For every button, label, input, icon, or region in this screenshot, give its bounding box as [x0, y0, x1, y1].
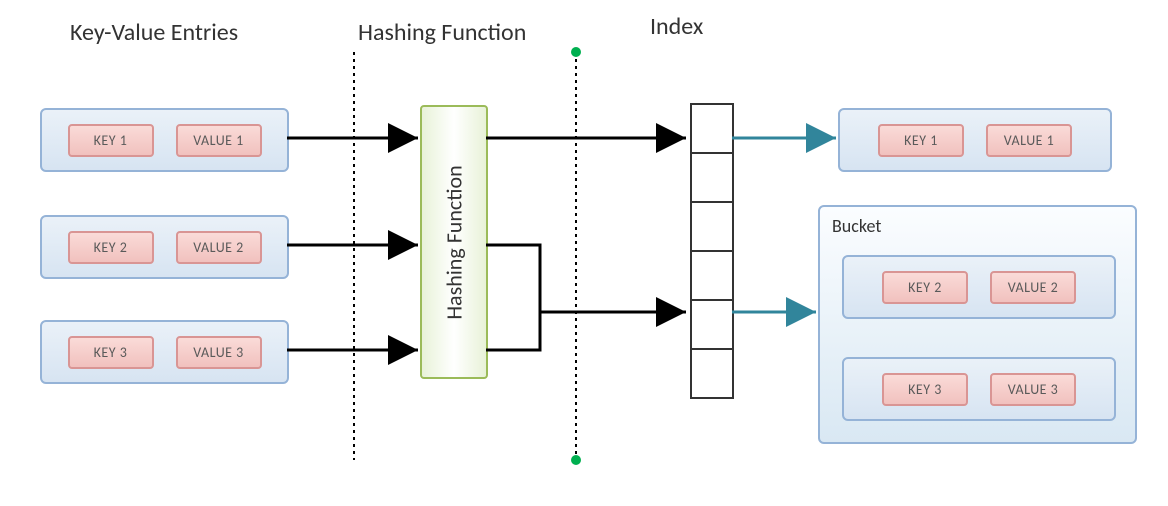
bucket: Bucket KEY 2 VALUE 2 KEY 3 VALUE 3: [818, 205, 1137, 444]
index-slot: [690, 201, 734, 252]
bucket-entry-1-key: KEY 2: [882, 271, 968, 304]
diagram-stage: Key-Value Entries Hashing Function Index…: [0, 0, 1168, 506]
bucket-label: Bucket: [832, 215, 881, 237]
entry-1-key: KEY 1: [68, 124, 154, 157]
arrow-hash3-merge: [486, 312, 540, 350]
output-entry-1-value: VALUE 1: [986, 124, 1072, 157]
index-array: [690, 103, 730, 399]
index-slot: [690, 348, 734, 399]
entry-3-key: KEY 3: [68, 336, 154, 369]
entry-2-value: VALUE 2: [176, 231, 262, 264]
entry-3-value: VALUE 3: [176, 336, 262, 369]
index-slot: [690, 250, 734, 301]
connector-dot-icon: [571, 455, 581, 465]
index-slot: [690, 152, 734, 203]
heading-entries: Key-Value Entries: [70, 18, 238, 47]
heading-hashing: Hashing Function: [358, 18, 526, 47]
bucket-entry-2-key: KEY 3: [882, 373, 968, 406]
bucket-entry-1-value: VALUE 2: [990, 271, 1076, 304]
bucket-entry-1: KEY 2 VALUE 2: [842, 255, 1116, 319]
arrow-hash2-merge: [486, 245, 540, 312]
hashing-function-label: Hashing Function: [441, 165, 468, 319]
entry-1-value: VALUE 1: [176, 124, 262, 157]
output-entry-1: KEY 1 VALUE 1: [838, 108, 1112, 172]
entry-2: KEY 2 VALUE 2: [40, 215, 289, 279]
hashing-function-box: Hashing Function: [420, 105, 488, 379]
output-entry-1-key: KEY 1: [878, 124, 964, 157]
connector-dot-icon: [571, 47, 581, 57]
index-slot: [690, 299, 734, 350]
index-slot: [690, 103, 734, 154]
heading-index: Index: [650, 12, 703, 41]
entry-2-key: KEY 2: [68, 231, 154, 264]
entry-1: KEY 1 VALUE 1: [40, 108, 289, 172]
bucket-entry-2-value: VALUE 3: [990, 373, 1076, 406]
bucket-entry-2: KEY 3 VALUE 3: [842, 357, 1116, 421]
entry-3: KEY 3 VALUE 3: [40, 320, 289, 384]
